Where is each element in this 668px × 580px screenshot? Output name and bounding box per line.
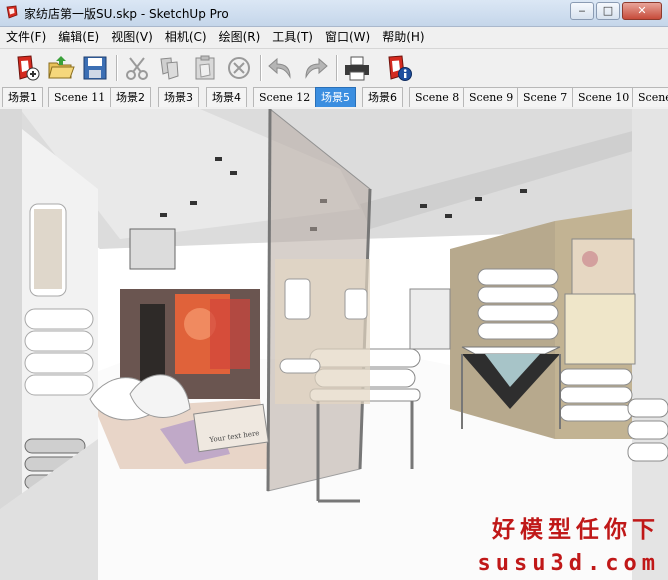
scene-tab-active[interactable]: 场景5 [315,87,356,107]
watermark-url: susu3d.com [477,551,660,576]
window-title: 家纺店第一版SU.skp - SketchUp Pro [24,7,229,21]
watermark-chinese: 好模型任你下 [492,517,660,543]
window-controls: ‒ □ ✕ [568,2,662,20]
menu-view[interactable]: 视图(V) [105,27,159,47]
cut-button[interactable] [122,53,152,83]
copy-icon [160,57,179,80]
menu-tools[interactable]: 工具(T) [266,27,319,47]
scene-tab[interactable]: 场景1 [2,87,43,107]
scissors-icon [126,57,148,80]
erase-button[interactable] [224,53,254,83]
model-viewport[interactable]: Your text here 好模型任你下 susu3d.com [0,109,668,580]
copy-button[interactable] [156,53,186,83]
delete-circle-icon [228,57,250,79]
model-info-icon [388,55,412,81]
scene-tab[interactable]: Scene 12 [253,87,317,107]
toolbar-separator [260,55,262,81]
new-file-icon [17,55,40,81]
save-file-button[interactable] [80,53,110,83]
menu-edit[interactable]: 编辑(E) [52,27,105,47]
minimize-icon: ‒ [578,4,586,17]
scene-tab[interactable]: 场景3 [158,87,199,107]
close-button[interactable]: ✕ [622,2,662,20]
print-button[interactable] [342,53,372,83]
scene-tab[interactable]: 场景2 [110,87,151,107]
menu-bar: 文件(F) 编辑(E) 视图(V) 相机(C) 绘图(R) 工具(T) 窗口(W… [0,27,668,47]
scene-tab[interactable]: Scene 10 [572,87,636,107]
minimize-button[interactable]: ‒ [570,2,594,20]
undo-button[interactable] [266,53,296,83]
toolbar-separator [116,55,118,81]
toolbar-separator [336,55,338,81]
scene-tab[interactable]: Scene 11 [48,87,112,107]
new-file-button[interactable] [12,53,42,83]
menu-window[interactable]: 窗口(W) [319,27,376,47]
scene-tab[interactable]: Scene 9 [463,87,520,107]
scene-tab[interactable]: 场景4 [206,87,247,107]
maximize-button[interactable]: □ [596,2,620,20]
menu-draw[interactable]: 绘图(R) [213,27,267,47]
scene-tab[interactable]: Scene 7 [517,87,574,107]
scene-tab[interactable]: 场景6 [362,87,403,107]
menu-camera[interactable]: 相机(C) [159,27,213,47]
menu-file[interactable]: 文件(F) [0,27,52,47]
scene-tabs-bar: 场景1 Scene 11 场景2 场景3 场景4 Scene 12 场景5 场景… [0,86,668,108]
sketchup-app-icon [6,5,18,19]
clipboard-icon [195,55,215,80]
standard-toolbar [0,48,668,88]
redo-arrow-icon [305,57,328,79]
scene-tab[interactable]: Scene 8 [409,87,466,107]
scene-tab[interactable]: Scene [632,87,668,107]
paste-button[interactable] [190,53,220,83]
redo-button[interactable] [300,53,330,83]
undo-arrow-icon [268,57,291,79]
open-folder-icon [48,56,75,79]
open-file-button[interactable] [46,53,76,83]
model-info-button[interactable] [384,53,414,83]
menu-help[interactable]: 帮助(H) [376,27,430,47]
maximize-icon: □ [602,4,614,17]
title-bar: 家纺店第一版SU.skp - SketchUp Pro ‒ □ ✕ [0,0,668,27]
printer-icon [345,56,369,81]
save-disk-icon [83,56,107,80]
close-icon: ✕ [637,4,647,17]
